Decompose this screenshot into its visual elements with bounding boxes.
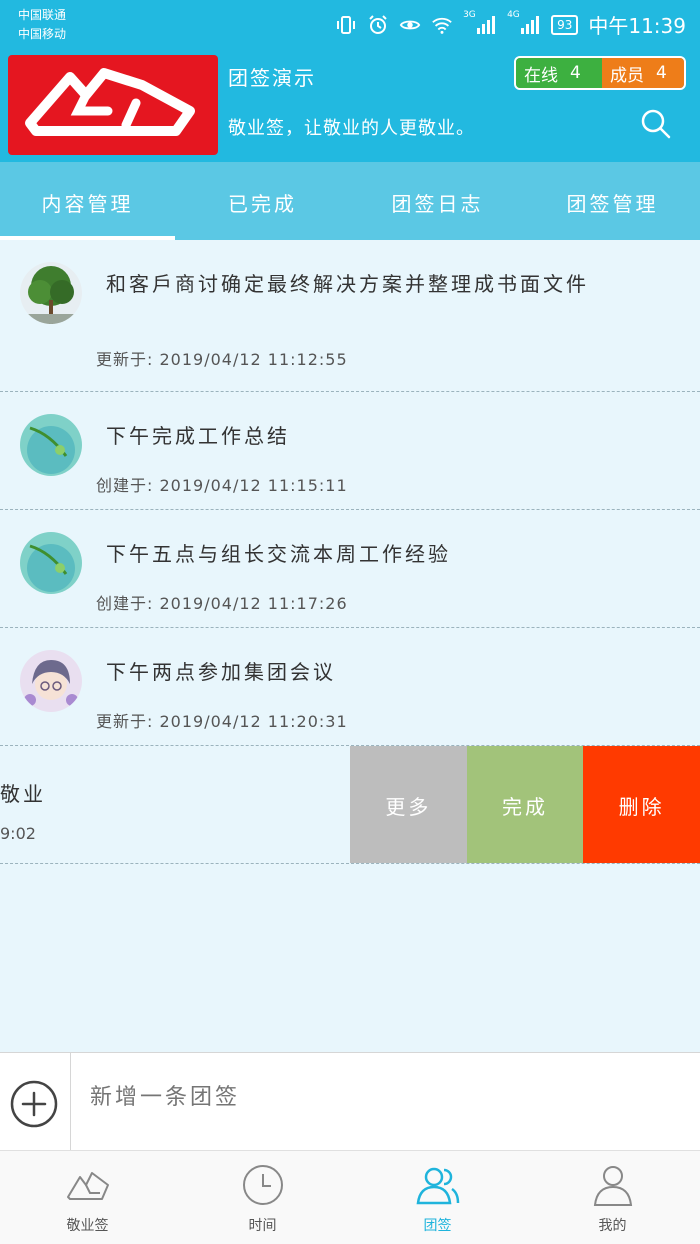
team-header: 团签演示 敬业签，让敬业的人更敬业。 在线 4 成员 4 — [0, 50, 700, 162]
status-time: 中午11:39 — [588, 14, 686, 38]
alarm-icon — [367, 14, 389, 36]
item-title: 敬业 — [0, 782, 46, 806]
tab-completed[interactable]: 已完成 — [175, 162, 350, 240]
note-list: 和客戶商讨确定最终解决方案并整理成书面文件 更新于: 2019/04/12 11… — [0, 240, 700, 864]
nav-label: 我的 — [598, 1218, 627, 1234]
nav-time[interactable]: 时间 — [175, 1151, 350, 1244]
carrier-info: 中国联通 中国移动 — [18, 6, 66, 44]
item-timestamp: 9:02 — [0, 824, 36, 843]
avatar — [20, 650, 82, 712]
members-badge[interactable]: 成员 4 — [602, 58, 684, 88]
team-icon — [416, 1167, 459, 1205]
item-timestamp: 更新于: 2019/04/12 11:20:31 — [96, 712, 348, 731]
list-item[interactable]: 下午完成工作总结 创建于: 2019/04/12 11:15:11 — [0, 392, 700, 510]
status-icons: 3G 4G 93 中午11:39 — [335, 10, 686, 39]
online-badge[interactable]: 在线 4 — [516, 58, 602, 88]
swipe-actions: 更多 完成 删除 — [350, 746, 700, 863]
nav-label: 团签 — [423, 1218, 452, 1234]
battery-icon: 93 — [551, 14, 579, 35]
item-title: 下午五点与组长交流本周工作经验 — [106, 542, 451, 566]
avatar — [20, 532, 82, 594]
delete-button[interactable]: 删除 — [583, 746, 700, 863]
nav-team[interactable]: 团签 — [350, 1151, 525, 1244]
list-item-swiped[interactable]: 敬业 9:02 更多 完成 删除 — [0, 746, 700, 864]
vibrate-icon — [335, 14, 357, 36]
item-title: 下午完成工作总结 — [106, 424, 290, 448]
tab-content-management[interactable]: 内容管理 — [0, 162, 175, 240]
add-icon[interactable] — [10, 1080, 58, 1128]
user-icon — [593, 1166, 632, 1206]
app-logo — [8, 55, 218, 155]
logo-icon — [66, 1172, 109, 1200]
nav-label: 时间 — [248, 1218, 277, 1234]
eye-icon — [399, 14, 421, 36]
clock-icon — [242, 1165, 283, 1205]
nav-jingyeqian[interactable]: 敬业签 — [0, 1151, 175, 1244]
list-item[interactable]: 下午五点与组长交流本周工作经验 创建于: 2019/04/12 11:17:26 — [0, 510, 700, 628]
carrier-1: 中国联通 — [18, 8, 67, 22]
tab-team-log[interactable]: 团签日志 — [350, 162, 525, 240]
team-stats: 在线 4 成员 4 — [514, 56, 686, 90]
new-note-input[interactable] — [90, 1085, 670, 1110]
item-title: 和客戶商讨确定最终解决方案并整理成书面文件 — [106, 272, 589, 296]
bottom-nav: 敬业签 时间 团签 我的 — [0, 1150, 700, 1244]
tab-team-management[interactable]: 团签管理 — [525, 162, 700, 240]
complete-button[interactable]: 完成 — [466, 746, 584, 863]
signal-4g-icon: 4G — [507, 10, 541, 36]
search-icon[interactable] — [640, 108, 672, 140]
carrier-2: 中国移动 — [18, 27, 67, 41]
item-timestamp: 创建于: 2019/04/12 11:17:26 — [96, 594, 348, 613]
team-name: 团签演示 — [228, 66, 316, 90]
team-slogan: 敬业签，让敬业的人更敬业。 — [228, 118, 475, 139]
tab-bar: 内容管理 已完成 团签日志 团签管理 — [0, 162, 700, 240]
signal-3g-icon: 3G — [463, 10, 497, 36]
nav-label: 敬业签 — [66, 1218, 109, 1234]
avatar — [20, 414, 82, 476]
wifi-icon — [431, 14, 453, 36]
compose-bar — [0, 1052, 700, 1151]
list-item[interactable]: 下午两点参加集团会议 更新于: 2019/04/12 11:20:31 — [0, 628, 700, 746]
more-button[interactable]: 更多 — [350, 746, 467, 863]
item-timestamp: 更新于: 2019/04/12 11:12:55 — [96, 350, 348, 369]
status-bar: 中国联通 中国移动 3G 4G 93 中午11:39 — [0, 0, 700, 50]
divider — [70, 1053, 71, 1151]
item-timestamp: 创建于: 2019/04/12 11:15:11 — [96, 476, 348, 495]
list-item[interactable]: 和客戶商讨确定最终解决方案并整理成书面文件 更新于: 2019/04/12 11… — [0, 240, 700, 392]
avatar — [20, 262, 82, 324]
item-title: 下午两点参加集团会议 — [106, 660, 336, 684]
nav-mine[interactable]: 我的 — [525, 1151, 700, 1244]
